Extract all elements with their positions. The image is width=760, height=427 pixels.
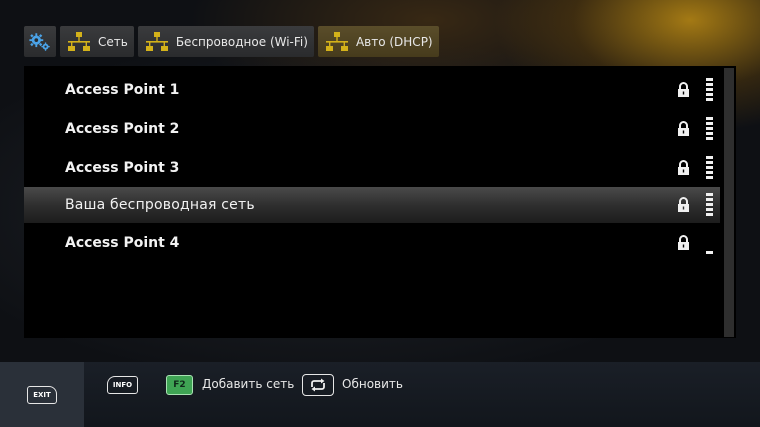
refresh-icon — [311, 378, 325, 392]
network-list-panel: Access Point 1 Access Point 2 Access Poi… — [24, 66, 736, 338]
crumb-label: Авто (DHCP) — [355, 34, 433, 49]
signal-strength-icon — [706, 193, 713, 217]
crumb-network[interactable]: Сеть — [60, 26, 134, 57]
signal-strength-icon — [706, 116, 713, 141]
network-name: Ваша беспроводная сеть — [65, 197, 255, 213]
lock-icon — [678, 234, 689, 250]
signal-strength-icon — [706, 155, 713, 180]
crumb-wireless[interactable]: Беспроводное (Wi-Fi) — [137, 26, 314, 57]
f2-key[interactable]: F2 — [166, 375, 193, 395]
signal-strength-icon — [706, 231, 713, 255]
info-button[interactable]: INFO — [107, 376, 138, 394]
network-row[interactable]: Access Point 2 — [24, 109, 720, 148]
network-name: Access Point 4 — [65, 234, 180, 251]
crumb-label: Беспроводное (Wi-Fi) — [175, 34, 308, 49]
exit-key: EXIT — [27, 385, 57, 404]
network-list: Access Point 1 Access Point 2 Access Poi… — [24, 70, 720, 262]
lock-icon — [678, 159, 689, 175]
breadcrumb: Сеть Беспроводное (Wi-Fi) Авто (DHCP) — [24, 26, 439, 57]
network-row[interactable]: Access Point 4 — [24, 223, 720, 262]
crumb-auto-dhcp[interactable]: Авто (DHCP) — [317, 26, 439, 57]
network-name: Access Point 3 — [65, 159, 180, 176]
settings-crumb[interactable] — [24, 26, 56, 57]
network-icon — [68, 31, 90, 51]
exit-button[interactable]: EXIT — [0, 362, 84, 427]
lock-icon — [678, 81, 689, 97]
crumb-label: Сеть — [98, 34, 128, 49]
network-name: Access Point 2 — [65, 120, 180, 137]
signal-strength-icon — [706, 77, 713, 102]
network-row[interactable]: Access Point 3 — [24, 148, 720, 187]
refresh-button[interactable] — [302, 374, 334, 396]
add-network-label[interactable]: Добавить сеть — [202, 377, 294, 391]
gear-icon — [29, 32, 50, 51]
network-row[interactable]: Access Point 1 — [24, 70, 720, 109]
bottom-hint-bar: EXIT INFO F2 Добавить сеть Обновить — [0, 362, 760, 427]
lock-icon — [678, 197, 689, 212]
network-row-selected[interactable]: Ваша беспроводная сеть — [24, 187, 720, 223]
refresh-label[interactable]: Обновить — [342, 377, 403, 391]
lock-icon — [678, 120, 689, 136]
network-name: Access Point 1 — [65, 81, 180, 98]
network-icon — [325, 31, 348, 51]
network-icon — [145, 31, 168, 51]
scrollbar[interactable] — [724, 68, 734, 337]
